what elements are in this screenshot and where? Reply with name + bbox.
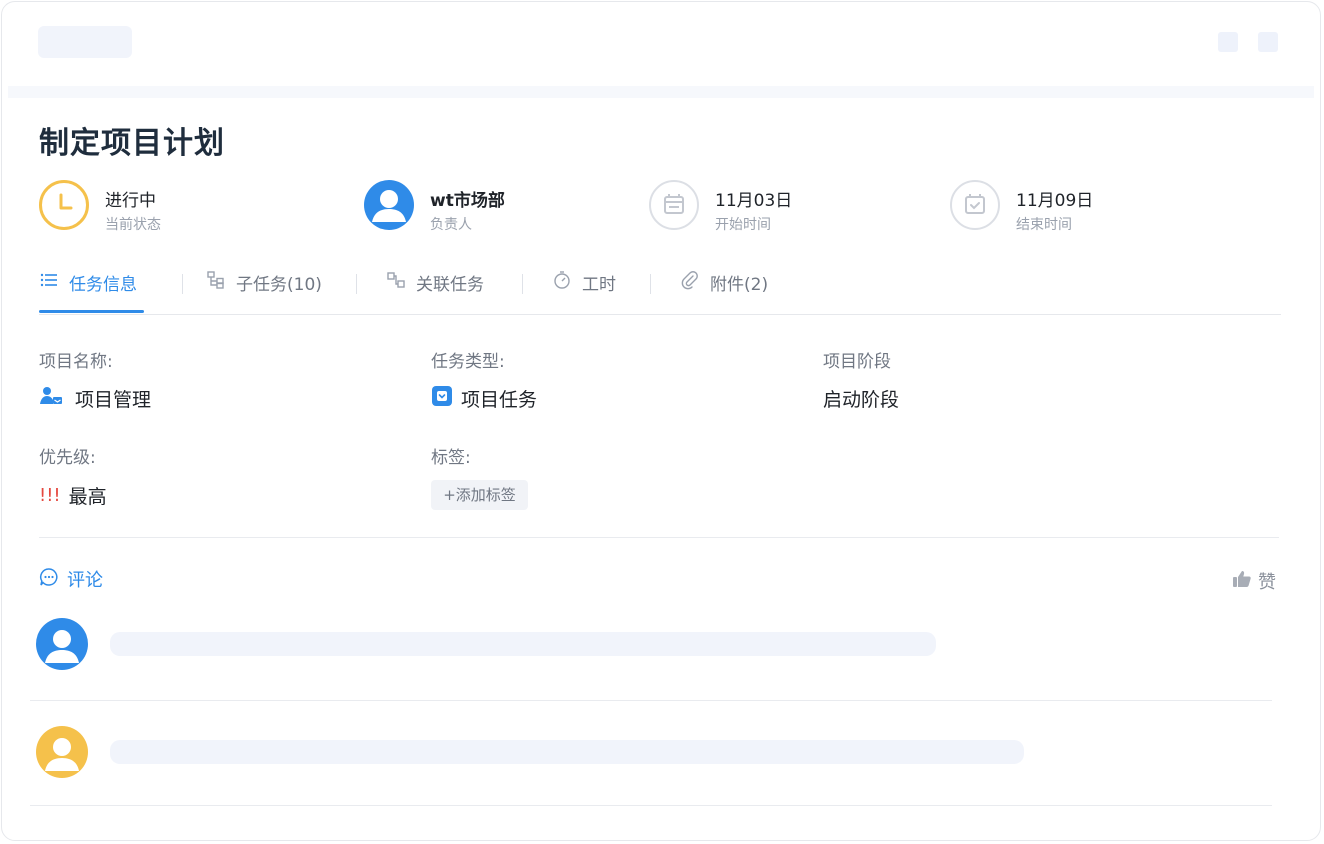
like-label: 赞 xyxy=(1258,572,1276,593)
add-tag-button[interactable]: +添加标签 xyxy=(431,480,528,510)
tab-label: 工时 xyxy=(582,275,616,295)
header-placeholder xyxy=(38,26,132,58)
tab-attachments[interactable]: 附件(2) xyxy=(680,270,768,308)
project-stage-value[interactable]: 启动阶段 xyxy=(823,385,899,412)
tab-bar: 任务信息 子任务(10) 关联任务 工时 附件(2) xyxy=(39,264,1281,315)
header-divider xyxy=(8,86,1314,98)
link-task-icon xyxy=(386,270,406,295)
subtask-icon xyxy=(206,270,226,295)
task-type-icon xyxy=(431,385,453,412)
start-date-label: 开始时间 xyxy=(715,217,771,233)
comment-divider xyxy=(30,700,1272,701)
meta-status[interactable]: 进行中 当前状态 xyxy=(39,180,259,234)
priority-text: 最高 xyxy=(68,486,107,508)
tab-label: 关联任务 xyxy=(416,275,484,295)
priority-label: 优先级: xyxy=(39,448,96,468)
header-action-placeholder[interactable] xyxy=(1218,32,1238,52)
task-type-text: 项目任务 xyxy=(461,389,538,411)
tab-task-info[interactable]: 任务信息 xyxy=(39,270,137,308)
end-date-value: 11月09日 xyxy=(1016,191,1094,211)
start-date-value: 11月03日 xyxy=(715,191,793,211)
comments-title: 评论 xyxy=(67,570,103,591)
tab-separator xyxy=(182,274,183,294)
task-type-value[interactable]: 项目任务 xyxy=(431,385,537,412)
top-bar xyxy=(2,2,1320,98)
paperclip-icon xyxy=(680,270,700,295)
comment-placeholder xyxy=(110,740,1024,764)
owner-value: wt市场部 xyxy=(430,191,505,211)
tab-separator xyxy=(356,274,357,294)
header-action-placeholder[interactable] xyxy=(1258,32,1278,52)
like-button[interactable]: 赞 xyxy=(1232,568,1276,594)
priority-mark: !!! xyxy=(39,485,61,506)
calendar-check-icon xyxy=(950,180,1000,230)
project-user-icon xyxy=(39,386,63,411)
avatar xyxy=(364,180,414,230)
meta-start-date[interactable]: 11月03日 开始时间 xyxy=(649,180,869,234)
project-name-text: 项目管理 xyxy=(75,389,152,411)
tab-label: 附件(2) xyxy=(710,275,769,295)
comment-placeholder xyxy=(110,632,936,656)
tab-label: 子任务(10) xyxy=(236,275,322,295)
section-divider xyxy=(39,537,1279,538)
tags-label: 标签: xyxy=(431,448,471,468)
project-stage-label: 项目阶段 xyxy=(823,352,891,372)
priority-value[interactable]: !!! 最高 xyxy=(39,482,107,509)
status-value: 进行中 xyxy=(105,191,156,211)
tab-work-hours[interactable]: 工时 xyxy=(552,270,616,308)
avatar[interactable] xyxy=(36,726,88,778)
task-detail-card: 制定项目计划 进行中 当前状态 wt市场部 负责人 11月03日 开始时间 11… xyxy=(1,1,1321,841)
status-label: 当前状态 xyxy=(105,217,161,233)
meta-end-date[interactable]: 11月09日 结束时间 xyxy=(950,180,1170,234)
task-title: 制定项目计划 xyxy=(39,126,225,161)
active-tab-indicator xyxy=(39,310,144,313)
calendar-icon xyxy=(649,180,699,230)
tab-separator xyxy=(650,274,651,294)
tab-subtasks[interactable]: 子任务(10) xyxy=(206,270,322,308)
avatar[interactable] xyxy=(36,618,88,670)
owner-label: 负责人 xyxy=(430,217,472,233)
end-date-label: 结束时间 xyxy=(1016,217,1072,233)
project-name-value[interactable]: 项目管理 xyxy=(39,385,151,412)
meta-owner[interactable]: wt市场部 负责人 xyxy=(364,180,584,234)
timer-icon xyxy=(552,270,572,295)
comment-divider xyxy=(30,805,1272,806)
tab-separator xyxy=(522,274,523,294)
tab-label: 任务信息 xyxy=(69,275,137,295)
comments-header[interactable]: 评论 xyxy=(39,566,103,592)
list-icon xyxy=(39,270,59,295)
tab-related-tasks[interactable]: 关联任务 xyxy=(386,270,484,308)
task-type-label: 任务类型: xyxy=(431,352,505,372)
clock-icon xyxy=(39,180,89,230)
project-name-label: 项目名称: xyxy=(39,352,113,372)
thumbs-up-icon xyxy=(1232,569,1252,594)
comment-icon xyxy=(39,567,59,592)
